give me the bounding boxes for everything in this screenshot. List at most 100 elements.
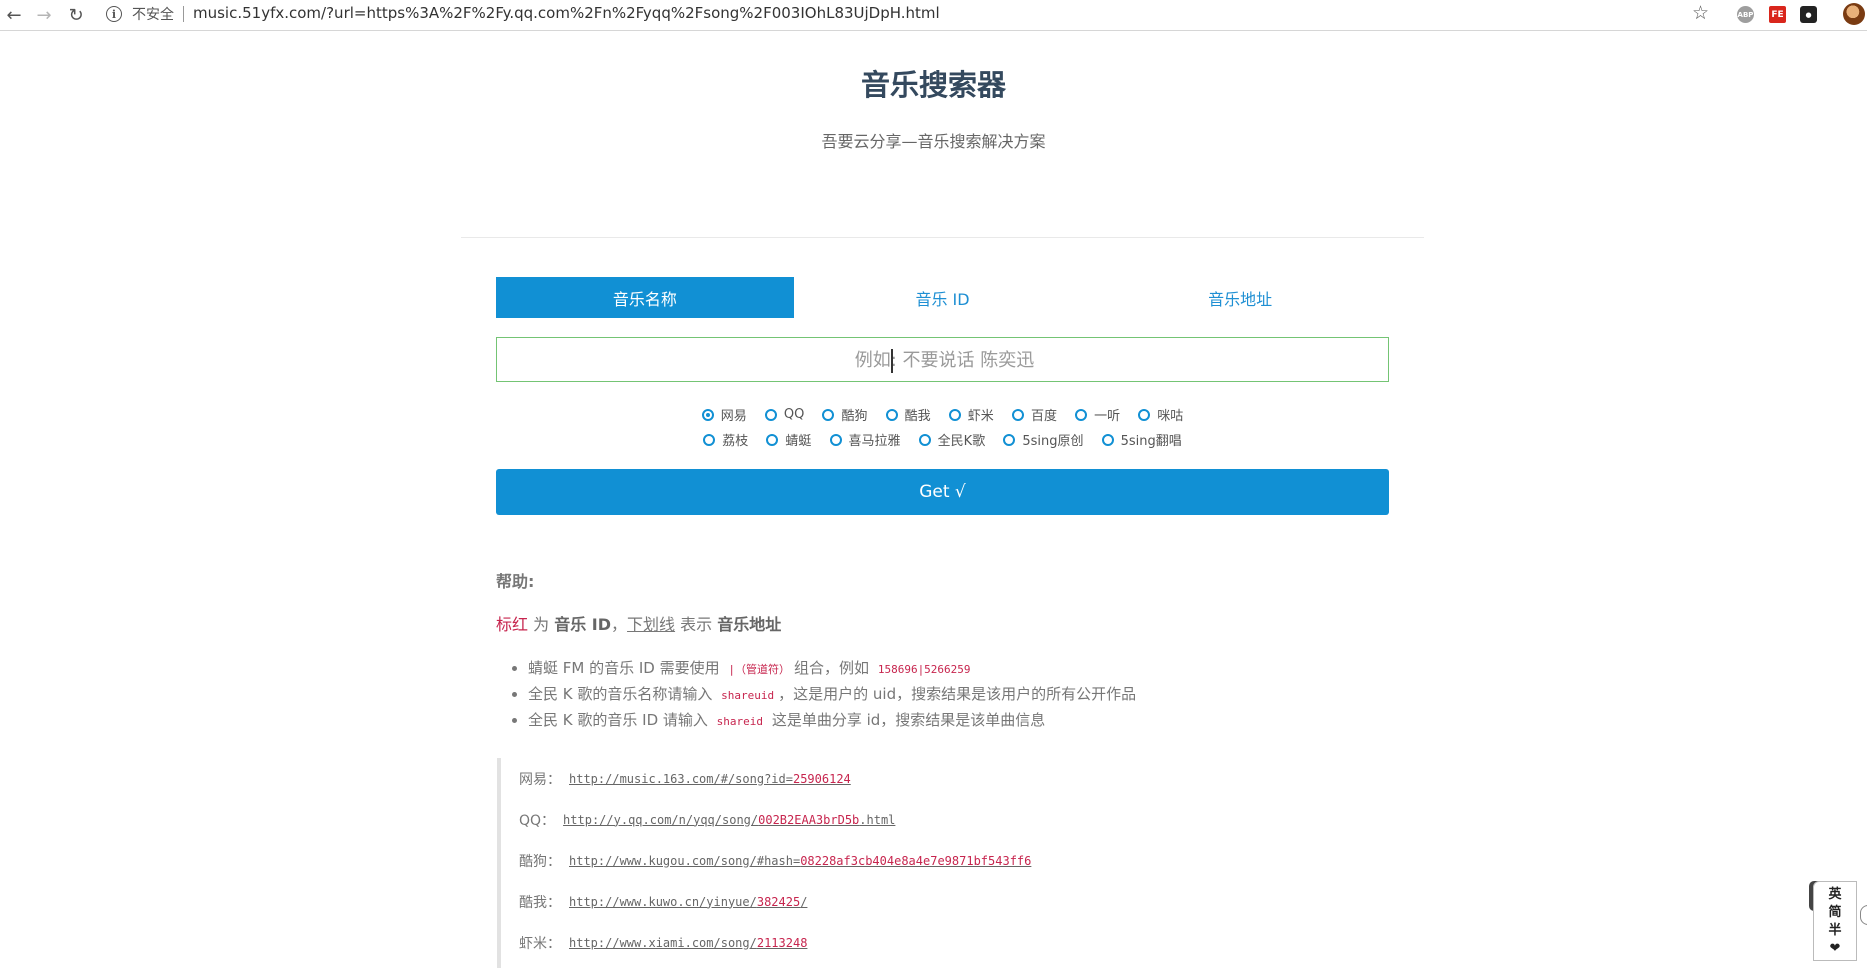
tab-music-id[interactable]: 音乐 ID: [794, 277, 1092, 318]
source-radio-5sing-original[interactable]: 5sing原创: [1003, 430, 1084, 449]
source-label: 虾米: [967, 409, 994, 424]
link-suffix: /: [800, 894, 808, 909]
radio-icon: [822, 408, 835, 421]
source-label: 百度: [1030, 409, 1057, 424]
example-link[interactable]: http://www.kuwo.cn/yinyue/382425/: [569, 895, 807, 909]
ime-side-tab[interactable]: [1860, 905, 1867, 925]
tab-music-url[interactable]: 音乐地址: [1091, 277, 1389, 318]
fe-extension-icon[interactable]: FE: [1769, 6, 1786, 23]
example-label: 网易：: [519, 771, 561, 788]
example-link[interactable]: http://www.xiami.com/song/2113248: [569, 936, 807, 950]
source-label: QQ: [783, 407, 805, 422]
radio-icon: [885, 408, 898, 421]
radio-icon: [829, 433, 842, 446]
link-suffix: .html: [859, 812, 896, 827]
page-title: 音乐搜索器: [860, 68, 1006, 102]
list-item: 蜻蜓 FM 的音乐 ID 需要使用 |（管道符）组合，例如 158696|526…: [528, 656, 1136, 682]
source-radio-qingting[interactable]: 蜻蜓: [766, 430, 811, 449]
example-row: 网易： http://music.163.com/#/song?id=25906…: [519, 758, 1387, 799]
legend-text: 为: [533, 615, 550, 634]
list-item: 全民 K 歌的音乐 ID 请输入 shareid 这是单曲分享 id，搜索结果是…: [528, 708, 1136, 734]
search-input[interactable]: [497, 338, 1392, 383]
legend-red-word: 标红: [496, 615, 529, 634]
address-bar[interactable]: music.51yfx.com/?url=https%3A%2F%2Fy.qq.…: [193, 4, 940, 22]
reload-icon[interactable]: ↻: [62, 0, 90, 30]
adblock-extension-icon[interactable]: ABP: [1737, 6, 1754, 23]
source-radio-qq[interactable]: QQ: [764, 407, 805, 422]
legend-underline-word: 下划线: [627, 615, 676, 634]
source-radio-xiami[interactable]: 虾米: [948, 405, 994, 424]
tip-code: 158696|5266259: [877, 663, 971, 676]
tip-text: 全民 K 歌的音乐 ID 请输入: [528, 711, 708, 729]
link-id: 2113248: [756, 935, 808, 950]
text-cursor-icon: [888, 349, 896, 373]
source-label: 喜马拉雅: [848, 434, 901, 449]
search-mode-tabs: 音乐名称 音乐 ID 音乐地址: [496, 277, 1389, 318]
source-radio-yiting[interactable]: 一听: [1075, 405, 1120, 424]
forward-icon[interactable]: →: [30, 0, 58, 30]
example-label: 虾米：: [519, 935, 561, 952]
ime-status-widget[interactable]: 英 简 半 ❤: [1813, 881, 1857, 961]
source-options-row1: 网易 QQ 酷狗 酷我 虾米 百度 一听 咪咕: [496, 405, 1389, 425]
example-urls-blockquote: 网易： http://music.163.com/#/song?id=25906…: [497, 758, 1387, 968]
source-radio-baidu[interactable]: 百度: [1011, 405, 1057, 424]
source-radio-kuwo[interactable]: 酷我: [885, 405, 931, 424]
example-link[interactable]: http://www.kugou.com/song/#hash=08228af3…: [569, 854, 1031, 868]
link-prefix: http://www.kuwo.cn/yinyue/: [569, 894, 757, 909]
example-label: 酷我：: [519, 894, 561, 911]
tip-text: 组合，例如: [794, 659, 870, 677]
source-radio-kugou[interactable]: 酷狗: [822, 405, 868, 424]
example-label: QQ：: [519, 812, 556, 829]
browser-toolbar: ← → ↻ i 不安全 music.51yfx.com/?url=https%3…: [0, 0, 1867, 31]
list-item: 全民 K 歌的音乐名称请输入 shareuid，这是用户的 uid，搜索结果是该…: [528, 682, 1136, 708]
source-options-row2: 荔枝 蜻蜓 喜马拉雅 全民K歌 5sing原创 5sing翻唱: [496, 430, 1389, 450]
profile-avatar[interactable]: [1843, 3, 1865, 25]
ghostery-extension-icon[interactable]: ●: [1800, 6, 1817, 23]
header-divider: [461, 237, 1424, 238]
link-id: 25906124: [792, 771, 851, 786]
link-prefix: http://www.kugou.com/song/#hash=: [569, 853, 801, 868]
tip-code: |（管道符）: [728, 663, 791, 676]
get-button[interactable]: Get √: [496, 469, 1389, 515]
insecure-label[interactable]: 不安全: [132, 4, 174, 24]
tip-text: 这是单曲分享 id，搜索结果是该单曲信息: [771, 711, 1046, 729]
source-radio-migu[interactable]: 咪咕: [1138, 405, 1183, 424]
ime-width: 半: [1828, 923, 1842, 938]
legend-comma: ，: [611, 615, 628, 634]
source-radio-kge[interactable]: 全民K歌: [918, 430, 985, 449]
tip-text: ，这是用户的 uid，搜索结果是该用户的所有公开作品: [778, 685, 1137, 703]
source-radio-netease[interactable]: 网易: [701, 405, 747, 424]
example-link[interactable]: http://music.163.com/#/song?id=25906124: [569, 772, 851, 786]
ime-lang: 英: [1828, 887, 1842, 902]
example-row: 虾米： http://www.xiami.com/song/2113248: [519, 922, 1387, 963]
source-radio-lizhi[interactable]: 荔枝: [703, 430, 748, 449]
source-radio-5sing-cover[interactable]: 5sing翻唱: [1101, 430, 1182, 449]
source-label: 一听: [1094, 409, 1121, 424]
source-label: 咪咕: [1157, 409, 1184, 424]
source-label: 荔枝: [722, 434, 749, 449]
tip-text: 蜻蜓 FM 的音乐 ID 需要使用: [528, 659, 720, 677]
example-row: 酷狗： http://www.kugou.com/song/#hash=0822…: [519, 840, 1387, 881]
radio-icon: [766, 433, 779, 446]
radio-icon: [1101, 433, 1114, 446]
radio-icon: [1003, 433, 1016, 446]
legend-id-word: 音乐 ID: [554, 615, 612, 634]
ime-charset: 简: [1828, 905, 1842, 920]
link-id: 382425: [756, 894, 801, 909]
link-id: 002B2EAA3brD5b: [758, 812, 860, 827]
tab-music-name[interactable]: 音乐名称: [496, 277, 794, 318]
example-link[interactable]: http://y.qq.com/n/yqq/song/002B2EAA3brD5…: [563, 813, 895, 827]
site-info-icon[interactable]: i: [106, 6, 122, 22]
radio-icon: [948, 408, 961, 421]
help-tips-list: 蜻蜓 FM 的音乐 ID 需要使用 |（管道符）组合，例如 158696|526…: [510, 656, 1136, 734]
bookmark-star-icon[interactable]: ☆: [1692, 2, 1709, 24]
source-radio-ximalaya[interactable]: 喜马拉雅: [829, 430, 901, 449]
tip-code: shareid: [716, 715, 764, 728]
link-prefix: http://www.xiami.com/song/: [569, 935, 757, 950]
source-label: 5sing原创: [1022, 434, 1084, 449]
page-subtitle: 吾要云分享—音乐搜索解决方案: [821, 132, 1046, 151]
back-icon[interactable]: ←: [0, 0, 28, 30]
help-title: 帮助:: [496, 572, 535, 591]
heart-icon: ❤: [1829, 941, 1841, 956]
radio-icon: [918, 433, 931, 446]
